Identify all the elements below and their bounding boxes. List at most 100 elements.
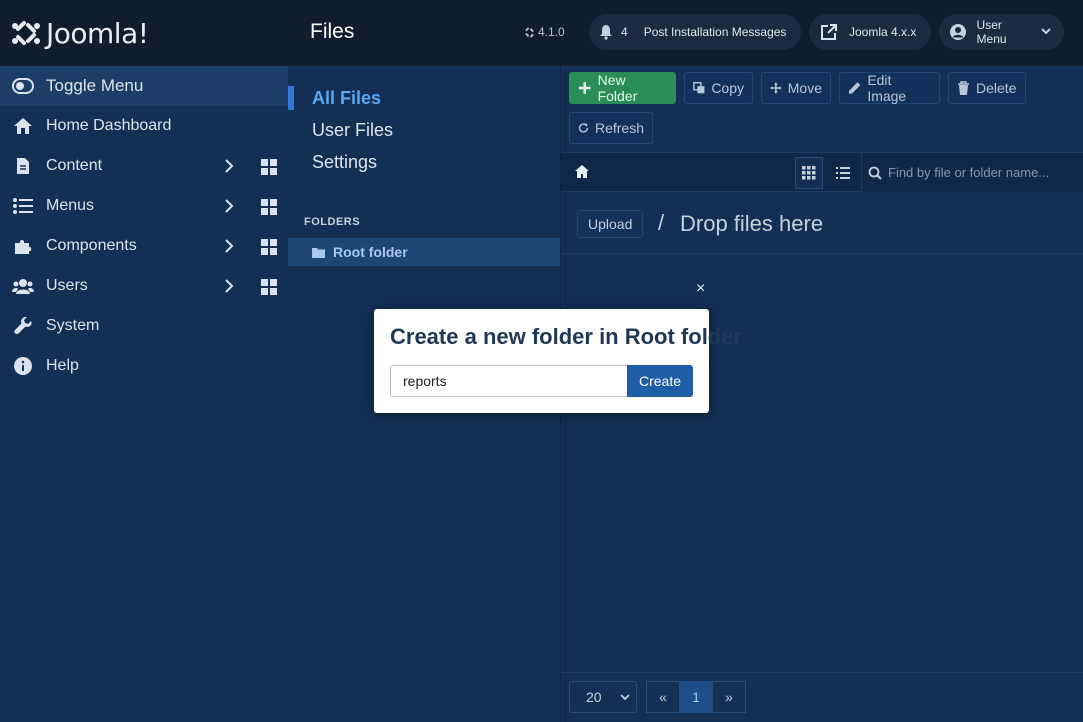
chevron-right-icon[interactable] — [224, 238, 234, 259]
dashboard-grid-icon[interactable] — [261, 279, 277, 300]
nav-all-files[interactable]: All Files — [304, 82, 393, 114]
bell-icon — [597, 24, 615, 40]
notification-count: 4 — [621, 25, 628, 39]
grid-icon — [802, 166, 816, 180]
drop-files-text: Drop files here — [680, 211, 824, 236]
edit-image-button[interactable]: Edit Image — [839, 72, 940, 104]
chevron-right-icon[interactable] — [224, 198, 234, 219]
dashboard-grid-icon[interactable] — [261, 199, 277, 220]
dashboard-grid-icon[interactable] — [261, 159, 277, 180]
upload-button[interactable]: Upload — [577, 210, 644, 238]
top-header: Joomla! Files 4.1.0 4 Post Installation … — [0, 0, 1083, 66]
modal-title: Create a new folder in Root folder — [390, 324, 743, 349]
users-icon — [12, 275, 34, 297]
sidebar-item-home-dashboard[interactable]: Home Dashboard — [0, 106, 288, 146]
disk-nav: All Files User Files Settings — [304, 82, 393, 178]
folder-icon — [312, 247, 325, 258]
user-menu-label: User Menu — [976, 18, 1007, 46]
site-label: Joomla 4.x.x — [849, 25, 917, 39]
list-view-button[interactable] — [829, 157, 857, 189]
search-icon — [868, 166, 882, 180]
current-page[interactable]: 1 — [679, 681, 713, 713]
view-site-button[interactable]: Joomla 4.x.x — [809, 14, 931, 50]
user-menu-button[interactable]: User Menu — [939, 14, 1064, 50]
chevron-right-icon[interactable] — [224, 158, 234, 179]
toggle-menu-label: Toggle Menu — [46, 76, 144, 95]
new-folder-label: New Folder — [597, 72, 638, 104]
limit-select[interactable]: 20 — [569, 681, 637, 713]
delete-label: Delete — [976, 80, 1017, 96]
move-button[interactable]: Move — [761, 72, 831, 104]
copy-label: Copy — [711, 80, 744, 96]
pencil-icon — [848, 82, 861, 94]
copy-button[interactable]: Copy — [684, 72, 753, 104]
grid-view-button[interactable] — [795, 157, 823, 189]
sidebar-item-label: System — [46, 317, 100, 334]
folders-heading: FOLDERS — [304, 216, 361, 228]
info-icon — [12, 355, 34, 377]
toggle-menu-button[interactable]: Toggle Menu — [0, 66, 288, 106]
create-folder-modal: Create a new folder in Root folder Creat… — [374, 309, 742, 413]
modal-close-button[interactable]: × — [696, 280, 705, 298]
refresh-icon — [578, 123, 589, 133]
sidebar: Toggle Menu Home Dashboard Content Menus… — [0, 66, 288, 722]
list-icon — [12, 195, 34, 217]
post-install-label: Post Installation Messages — [643, 25, 787, 39]
search-placeholder: Find by file or folder name... — [888, 165, 1050, 180]
post-installation-messages-button[interactable]: 4 Post Installation Messages — [589, 14, 801, 50]
plus-icon — [578, 82, 591, 94]
copy-icon — [693, 82, 705, 94]
active-indicator — [288, 86, 294, 110]
chevron-down-icon — [1040, 25, 1052, 40]
nav-user-files[interactable]: User Files — [304, 114, 393, 146]
sidebar-item-label: Menus — [46, 197, 95, 214]
delete-button[interactable]: Delete — [948, 72, 1026, 104]
external-link-icon — [817, 23, 841, 41]
version-text: 4.1.0 — [538, 25, 565, 39]
nav-settings[interactable]: Settings — [304, 146, 393, 178]
sidebar-item-system[interactable]: System — [0, 306, 288, 346]
folder-name-input[interactable] — [390, 365, 628, 397]
sidebar-item-label: Home Dashboard — [46, 117, 172, 134]
user-circle-icon — [947, 23, 969, 41]
version-badge: 4.1.0 — [524, 25, 565, 39]
joomla-logo-icon — [12, 21, 40, 45]
sidebar-item-menus[interactable]: Menus — [0, 186, 288, 226]
sidebar-item-label: Content — [46, 157, 103, 174]
move-icon — [770, 82, 782, 94]
home-breadcrumb-icon[interactable] — [575, 165, 589, 183]
wrench-icon — [12, 315, 34, 337]
dashboard-grid-icon[interactable] — [261, 239, 277, 260]
file-icon — [12, 155, 34, 177]
refresh-button[interactable]: Refresh — [569, 112, 653, 144]
joomla-small-icon — [525, 26, 534, 38]
breadcrumb-separator: / — [658, 210, 665, 235]
new-folder-button[interactable]: New Folder — [569, 72, 676, 104]
prev-page-button[interactable]: « — [646, 681, 680, 713]
pagination-bar: 20 « 1 » — [561, 672, 1083, 722]
chevron-right-icon[interactable] — [224, 278, 234, 299]
sidebar-item-help[interactable]: Help — [0, 346, 288, 386]
drop-zone[interactable]: Upload / Drop files here — [561, 194, 1083, 254]
sidebar-item-users[interactable]: Users — [0, 266, 288, 306]
next-page-button[interactable]: » — [712, 681, 746, 713]
page-title: Files — [310, 20, 355, 43]
sidebar-item-label: Help — [46, 357, 79, 374]
create-button[interactable]: Create — [627, 365, 693, 397]
move-label: Move — [787, 80, 822, 96]
chevron-down-icon — [620, 694, 630, 701]
refresh-label: Refresh — [594, 120, 644, 136]
sidebar-item-content[interactable]: Content — [0, 146, 288, 186]
limit-value: 20 — [586, 689, 602, 705]
browser-navbar: Find by file or folder name... — [561, 152, 1083, 192]
joomla-logo[interactable]: Joomla! — [10, 16, 149, 50]
sidebar-item-label: Users — [46, 277, 88, 294]
search-field[interactable]: Find by file or folder name... — [861, 153, 1083, 192]
list-view-icon — [836, 167, 850, 179]
root-folder-item[interactable]: Root folder — [288, 238, 560, 266]
trash-icon — [958, 81, 969, 95]
sidebar-item-components[interactable]: Components — [0, 226, 288, 266]
root-folder-label: Root folder — [333, 244, 408, 260]
puzzle-icon — [12, 235, 34, 257]
logo-text: Joomla! — [46, 16, 149, 50]
